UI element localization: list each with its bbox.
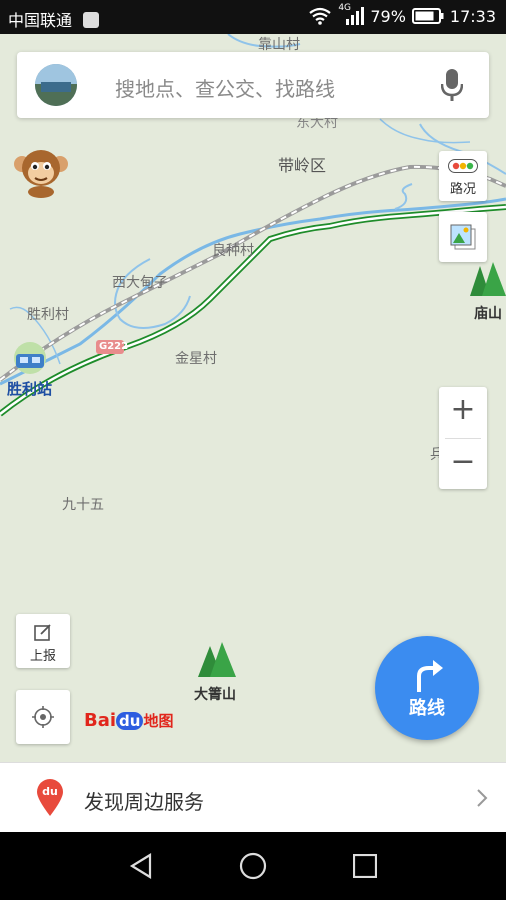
station-marker[interactable] (10, 342, 50, 374)
zoom-out-button[interactable]: − (439, 439, 487, 489)
map-label-dajianshan: 大箐山 (194, 687, 236, 703)
discover-text: 发现周边服务 (84, 790, 204, 814)
train-station-icon (14, 342, 46, 374)
mascot-monkey-icon[interactable] (12, 146, 70, 198)
edit-icon (34, 624, 51, 641)
signal-icon: 4G (338, 3, 365, 26)
station-label: 胜利站 (7, 380, 53, 398)
back-icon[interactable] (128, 853, 154, 879)
map-label-miaoshan: 庙山 (474, 306, 502, 322)
logo-map: 地图 (143, 712, 174, 730)
status-bar: 中国联通 4G 79% 17:33 (0, 0, 506, 34)
map-label-jinxing: 金星村 (175, 351, 217, 367)
route-label: 路线 (409, 698, 445, 719)
layers-icon (450, 224, 476, 250)
map-label-jiushiwu: 九十五 (62, 497, 104, 513)
traffic-light-icon (448, 159, 478, 173)
battery-icon (411, 8, 444, 24)
zoom-in-button[interactable]: + (439, 387, 487, 437)
report-label: 上报 (29, 649, 56, 664)
map-label-shengli: 胜利村 (27, 307, 69, 323)
search-bar[interactable]: 搜地点、查公交、找路线 (17, 52, 489, 118)
discover-nearby-bar[interactable]: du 发现周边服务 (0, 762, 506, 833)
qq-notification-icon (83, 12, 100, 28)
locate-button[interactable] (16, 690, 70, 744)
home-icon[interactable] (239, 852, 267, 880)
recent-apps-icon[interactable] (353, 854, 377, 878)
search-input[interactable]: 搜地点、查公交、找路线 (115, 73, 335, 102)
navigation-bar (0, 832, 506, 900)
battery-percent: 79% (370, 6, 406, 26)
logo-bai: Bai (84, 710, 117, 731)
traffic-button[interactable]: 路况 (439, 151, 487, 201)
traffic-label: 路况 (449, 182, 476, 197)
carrier-name: 中国联通 (8, 11, 73, 30)
route-arrow-icon (417, 660, 443, 692)
zoom-control: + − (439, 387, 487, 489)
avatar[interactable] (35, 64, 77, 106)
locate-icon (32, 706, 54, 728)
road-shield-g222: G222 (99, 341, 129, 352)
map-label-xidadianzi: 西大甸子 (112, 275, 168, 291)
microphone-icon[interactable] (441, 68, 463, 102)
map-label-liangzhong: 良种村 (212, 243, 254, 259)
clock: 17:33 (449, 6, 496, 26)
map-label-kaoshan: 靠山村 (258, 37, 300, 53)
wifi-icon (309, 7, 332, 25)
map-label-dailing: 带岭区 (278, 156, 327, 175)
logo-du: du (116, 712, 144, 730)
map-layer-button[interactable] (439, 212, 487, 262)
route-button[interactable]: 路线 (375, 636, 479, 740)
chevron-right-icon (477, 789, 488, 807)
baidu-map-logo: Bai du 地图 (84, 710, 173, 731)
report-button[interactable]: 上报 (16, 614, 70, 668)
pin-badge: du (42, 785, 58, 798)
